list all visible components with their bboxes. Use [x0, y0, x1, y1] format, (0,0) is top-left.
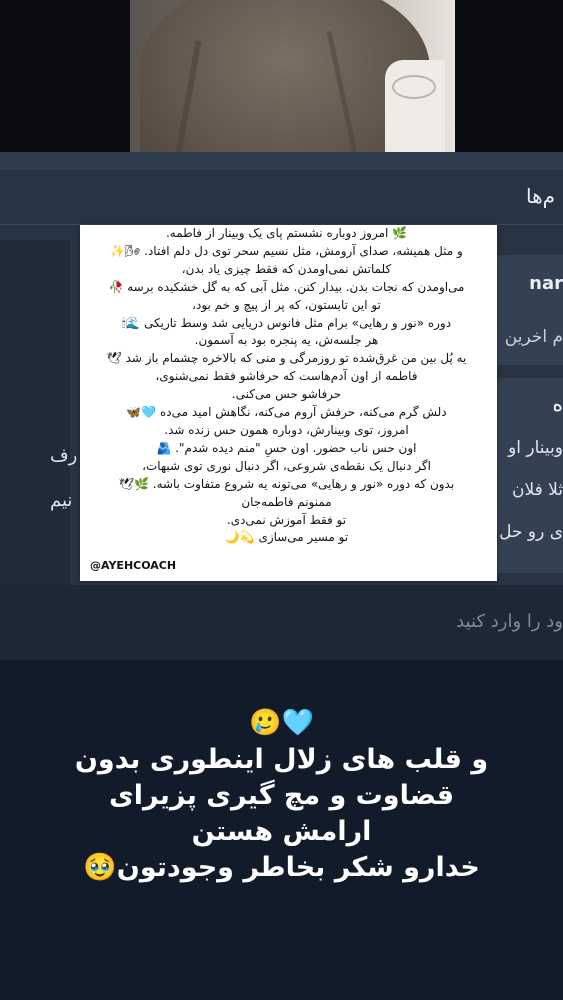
quote-line: تو این تابستون، که پر از پیچ و خم بود،	[192, 297, 381, 312]
message-line: وبینار او	[508, 438, 563, 458]
quote-line: تو فقط آموزش نمی‌دی.	[226, 512, 347, 527]
quote-line: اون حس ناب حضور. اون حسِ "منم دیده شدم".…	[156, 440, 417, 455]
caption-line: ارامش هستن	[191, 816, 372, 847]
caption-line: خدارو شکر بخاطر وجودتون🥹	[83, 852, 480, 883]
webinar-video-frame[interactable]	[130, 0, 455, 152]
background-chair	[385, 60, 445, 152]
message-line: ثلا فلان	[511, 480, 563, 500]
message-input-bar	[0, 585, 563, 660]
message-heading: ه	[552, 392, 563, 416]
chat-header: م‌ها	[0, 170, 563, 225]
quote-card: 🌿 امروز دوباره نشستم پای یک وبینار از فا…	[80, 225, 497, 581]
caption-line: و قلب های زلال اینطوری بدون	[74, 744, 489, 775]
quote-line: و مثل همیشه، صدای آرومش، مثل نسیم سحر تو…	[110, 243, 463, 258]
quote-line: تو مسیر می‌سازی 💫🌙	[224, 530, 349, 545]
message-fragment: نیم	[50, 490, 73, 511]
quote-line: اگر دنبال یک نقطه‌ی شروعی، اگر دنبال نور…	[142, 458, 431, 473]
message-input[interactable]	[0, 599, 563, 643]
quote-line: می‌اومدن که نجات بدن. بیدار کنن. مثل آبی…	[108, 279, 465, 294]
quote-line: بدون که دوره «نور و رهایی» می‌تونه یه شر…	[118, 476, 455, 491]
background-chair-arm	[392, 75, 436, 99]
message-fragment: رف	[50, 445, 78, 466]
video-strip	[0, 0, 563, 152]
quote-handle: @AYEHCOACH	[90, 559, 177, 572]
chat-preview-name: nar	[529, 273, 563, 294]
header-title: م‌ها	[525, 184, 555, 208]
quote-line: امروز، توی وبینارش، دوباره همون حس زنده …	[164, 422, 409, 437]
quote-line: ممنونم فاطمه‌جان	[241, 494, 332, 509]
quote-line: حرفاشو حس می‌کنی.	[231, 387, 342, 402]
quote-line: هر جلسه‌ش، یه پنجره بود به آسمون.	[194, 333, 379, 348]
quote-line: دلش گرم می‌کنه، حرفش آروم می‌کنه، نگاهش …	[126, 405, 447, 420]
quote-line: 🌿 امروز دوباره نشستم پای یک وبینار از فا…	[165, 226, 408, 240]
story-caption: و قلب های زلال اینطوری بدون قضاوت و مچ گ…	[20, 742, 543, 886]
quote-line: دوره «نور و رهایی» برام مثل فانوس دریایی…	[121, 315, 452, 330]
quote-text: 🌿 امروز دوباره نشستم پای یک وبینار از فا…	[86, 225, 487, 547]
quote-line: کلماتش نمی‌اومدن که فقط چیزی یاد بدن،	[181, 261, 392, 276]
caption-emoji: 🥲🩵	[249, 708, 314, 738]
quote-line: یه پُل بین من غرق‌شده تو روزمرگی و منی ک…	[106, 351, 467, 366]
quote-line: فاطمه از اون آدم‌هاست که حرفاشو فقط نمی‌…	[155, 369, 418, 384]
caption-line: قضاوت و مچ گیری پزیرای	[108, 780, 455, 811]
left-side-panel	[0, 240, 70, 585]
message-line: ی رو حل	[499, 522, 563, 542]
app-top-bar	[0, 152, 563, 170]
chat-preview-message: م اخرین	[504, 327, 563, 347]
